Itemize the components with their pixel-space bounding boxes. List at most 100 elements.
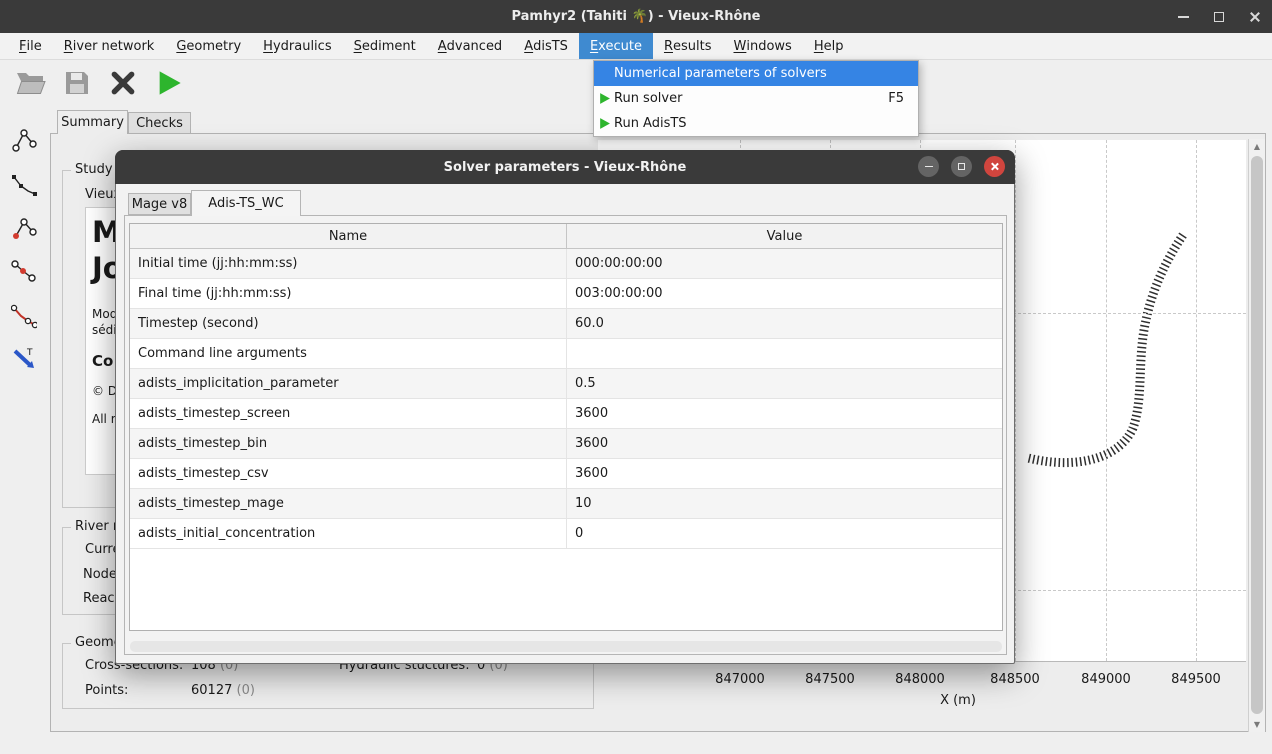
tab-checks[interactable]: Checks: [128, 112, 191, 134]
menu-execute[interactable]: Execute: [579, 33, 653, 59]
menu-hydraulics[interactable]: Hydraulics: [252, 33, 342, 59]
gridline: [1196, 140, 1197, 661]
dialog-tab-mage[interactable]: Mage v8: [128, 193, 191, 215]
dialog-title: Solver parameters - Vieux-Rhône: [444, 160, 687, 175]
table-row: Final time (jj:hh:mm:ss) 003:00:00:00: [130, 279, 1002, 309]
menu-item-shortcut: F5: [888, 91, 904, 106]
dialog-maximize-button[interactable]: [951, 156, 972, 177]
slope-tool-button[interactable]: [8, 299, 40, 333]
param-name-cell[interactable]: Initial time (jj:hh:mm:ss): [130, 249, 567, 278]
x-axis-tick: 848500: [990, 672, 1040, 687]
window-titlebar[interactable]: Pamhyr2 (Tahiti 🌴) - Vieux-Rhône: [0, 0, 1272, 33]
dialog-window-controls: [918, 156, 1005, 177]
vertical-scrollbar[interactable]: ▲ ▼: [1248, 139, 1265, 732]
maximize-button[interactable]: [1208, 6, 1230, 28]
scroll-up-icon[interactable]: ▲: [1249, 139, 1265, 154]
menu-item-run-adists[interactable]: Run AdisTS: [594, 111, 918, 136]
network-tool-button[interactable]: [8, 124, 40, 158]
param-value-cell[interactable]: 003:00:00:00: [567, 279, 1002, 308]
open-study-button[interactable]: [14, 66, 48, 100]
dialog-tab-mage-label: Mage v8: [132, 197, 188, 212]
table-row: adists_timestep_csv 3600: [130, 459, 1002, 489]
scrollbar-thumb[interactable]: [1251, 156, 1263, 714]
menu-results[interactable]: Results: [653, 33, 723, 59]
delete-cross-icon: [110, 70, 136, 96]
menu-river-network[interactable]: River network: [53, 33, 166, 59]
transform-tool-icon: T: [11, 345, 37, 371]
parameters-table-header: Name Value: [130, 224, 1002, 249]
reach-tool-button[interactable]: [8, 254, 40, 288]
dialog-minimize-button[interactable]: [918, 156, 939, 177]
param-value-cell[interactable]: 0: [567, 519, 1002, 548]
close-button[interactable]: [1244, 6, 1266, 28]
param-name-cell[interactable]: Command line arguments: [130, 339, 567, 368]
close-icon: [1249, 11, 1261, 23]
reach-tool-icon: [11, 258, 37, 284]
column-header-name: Name: [130, 224, 567, 248]
dialog-tab-adists-label: Adis-TS_WC: [208, 196, 283, 211]
param-name-cell[interactable]: Final time (jj:hh:mm:ss): [130, 279, 567, 308]
param-name-cell[interactable]: adists_timestep_screen: [130, 399, 567, 428]
parameters-table: Name Value Initial time (jj:hh:mm:ss) 00…: [129, 223, 1003, 631]
x-axis-label: X (m): [940, 693, 976, 708]
menu-item-numerical-parameters[interactable]: Numerical parameters of solvers: [594, 61, 918, 86]
river-row-nodes: Node: [83, 567, 117, 582]
svg-text:T: T: [26, 348, 33, 358]
scroll-down-icon[interactable]: ▼: [1249, 717, 1265, 732]
param-name-cell[interactable]: adists_timestep_bin: [130, 429, 567, 458]
menu-geometry[interactable]: Geometry: [165, 33, 252, 59]
menu-file[interactable]: File: [8, 33, 53, 59]
profile-tool-button[interactable]: [8, 169, 40, 203]
param-name-cell[interactable]: adists_timestep_csv: [130, 459, 567, 488]
menu-advanced[interactable]: Advanced: [427, 33, 513, 59]
table-row: Initial time (jj:hh:mm:ss) 000:00:00:00: [130, 249, 1002, 279]
slope-tool-icon: [11, 303, 37, 329]
param-value-cell[interactable]: 0.5: [567, 369, 1002, 398]
menu-item-run-solver[interactable]: Run solver F5: [594, 86, 918, 111]
menu-windows[interactable]: Windows: [723, 33, 803, 59]
run-solver-button[interactable]: [152, 66, 186, 100]
param-name-cell[interactable]: Timestep (second): [130, 309, 567, 338]
gridline: [1015, 140, 1016, 661]
dialog-tab-adists[interactable]: Adis-TS_WC: [191, 190, 301, 216]
window-controls: [1172, 0, 1266, 33]
param-value-cell[interactable]: 60.0: [567, 309, 1002, 338]
close-study-button[interactable]: [106, 66, 140, 100]
x-axis-tick: 847500: [805, 672, 855, 687]
dialog-titlebar[interactable]: Solver parameters - Vieux-Rhône: [115, 150, 1015, 184]
edit-network-tool-button[interactable]: [8, 212, 40, 246]
param-value-cell[interactable]: 3600: [567, 399, 1002, 428]
x-axis-tick: 847000: [715, 672, 765, 687]
menu-item-label: Numerical parameters of solvers: [614, 66, 827, 81]
menu-adists[interactable]: AdisTS: [513, 33, 579, 59]
menu-help[interactable]: Help: [803, 33, 855, 59]
dialog-horizontal-scrollbar[interactable]: [130, 641, 1002, 652]
param-name-cell[interactable]: adists_timestep_mage: [130, 489, 567, 518]
save-icon: [63, 69, 91, 97]
param-value-cell[interactable]: [567, 339, 1002, 368]
table-row: adists_implicitation_parameter 0.5: [130, 369, 1002, 399]
param-value-cell[interactable]: 3600: [567, 429, 1002, 458]
param-name-cell[interactable]: adists_implicitation_parameter: [130, 369, 567, 398]
x-axis-tick: 849000: [1081, 672, 1131, 687]
dialog-close-button[interactable]: [984, 156, 1005, 177]
menu-sediment[interactable]: Sediment: [343, 33, 427, 59]
transform-tool-button[interactable]: T: [8, 341, 40, 375]
x-axis-tick: 848000: [895, 672, 945, 687]
param-value-cell[interactable]: 10: [567, 489, 1002, 518]
river-row-reaches: Reac: [83, 591, 115, 606]
save-study-button[interactable]: [60, 66, 94, 100]
run-play-icon: [598, 117, 611, 130]
table-row: adists_timestep_mage 10: [130, 489, 1002, 519]
run-play-icon: [598, 92, 611, 105]
maximize-icon: [958, 163, 965, 170]
tab-summary[interactable]: Summary: [57, 110, 128, 134]
param-value-cell[interactable]: 3600: [567, 459, 1002, 488]
minimize-button[interactable]: [1172, 6, 1194, 28]
study-groupbox-label: Study: [71, 162, 117, 177]
param-name-cell[interactable]: adists_initial_concentration: [130, 519, 567, 548]
menubar: File River network Geometry Hydraulics S…: [0, 33, 1272, 60]
edit-network-tool-icon: [11, 216, 37, 242]
param-value-cell[interactable]: 000:00:00:00: [567, 249, 1002, 278]
table-row: Command line arguments: [130, 339, 1002, 369]
